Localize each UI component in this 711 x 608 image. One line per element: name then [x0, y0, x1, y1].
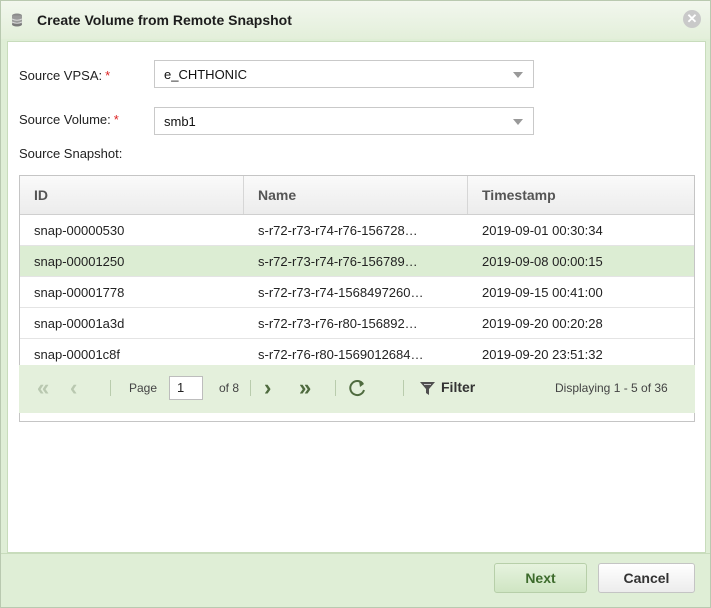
cell-name: s-r72-r73-r74-1568497260…	[258, 285, 424, 300]
cell-name: s-r72-r73-r76-r80-156892…	[258, 316, 418, 331]
dialog-title: Create Volume from Remote Snapshot	[37, 12, 292, 28]
source-volume-select[interactable]: smb1	[154, 107, 534, 135]
refresh-icon[interactable]	[349, 379, 367, 397]
filter-icon[interactable]	[419, 381, 436, 396]
filter-button[interactable]: Filter	[441, 379, 475, 395]
column-header-id[interactable]: ID	[20, 176, 244, 214]
divider	[403, 380, 404, 396]
create-volume-dialog: Create Volume from Remote Snapshot ✕ Sou…	[0, 0, 711, 608]
cancel-button[interactable]: Cancel	[598, 563, 695, 593]
source-vpsa-label: Source VPSA: *	[19, 68, 110, 83]
source-vpsa-label-text: Source VPSA:	[19, 68, 103, 83]
dialog-titlebar[interactable]: Create Volume from Remote Snapshot ✕	[1, 1, 710, 39]
source-vpsa-select[interactable]: e_CHTHONIC	[154, 60, 534, 88]
divider	[250, 380, 251, 396]
database-icon	[11, 13, 23, 27]
next-button[interactable]: Next	[494, 563, 587, 593]
source-vpsa-value: e_CHTHONIC	[164, 67, 248, 82]
table-row-selected[interactable]: snap-00001250 s-r72-r73-r74-r76-156789… …	[20, 246, 694, 277]
cell-timestamp: 2019-09-01 00:30:34	[482, 223, 603, 238]
table-row[interactable]: snap-00001a3d s-r72-r73-r76-r80-156892… …	[20, 308, 694, 339]
grid-pager: « ‹ Page 1 of 8 › » Filter Displaying 1 …	[19, 365, 695, 413]
next-page-icon[interactable]: ›	[264, 375, 271, 401]
footer-divider	[1, 553, 710, 554]
cell-timestamp: 2019-09-20 00:20:28	[482, 316, 603, 331]
required-marker: *	[105, 68, 111, 83]
cell-id: snap-00000530	[34, 223, 125, 238]
page-label: Page	[129, 381, 158, 395]
source-volume-label-text: Source Volume:	[19, 112, 111, 127]
chevron-down-icon[interactable]	[513, 119, 523, 125]
page-input[interactable]: 1	[169, 376, 203, 400]
close-icon[interactable]: ✕	[683, 10, 701, 28]
required-marker: *	[113, 112, 119, 127]
source-snapshot-label: Source Snapshot:	[19, 146, 123, 161]
source-volume-label: Source Volume: *	[19, 112, 119, 127]
grid-header: ID Name Timestamp	[20, 176, 694, 215]
divider	[110, 380, 111, 396]
cell-name: s-r72-r73-r74-r76-156728…	[258, 223, 418, 238]
divider	[335, 380, 336, 396]
cell-timestamp: 2019-09-08 00:00:15	[482, 254, 603, 269]
table-row[interactable]: snap-00000530 s-r72-r73-r74-r76-156728… …	[20, 215, 694, 246]
page-count: of 8	[219, 381, 240, 395]
source-volume-value: smb1	[164, 114, 196, 129]
displaying-count: Displaying 1 - 5 of 36	[555, 381, 668, 395]
chevron-down-icon[interactable]	[513, 72, 523, 78]
dialog-body: Source VPSA: * e_CHTHONIC Source Volume: *…	[7, 41, 706, 553]
cell-name: s-r72-r73-r74-r76-156789…	[258, 254, 418, 269]
previous-page-icon[interactable]: ‹	[70, 375, 77, 401]
last-page-icon[interactable]: »	[299, 375, 311, 401]
cell-id: snap-00001a3d	[34, 316, 125, 331]
cell-timestamp: 2019-09-15 00:41:00	[482, 285, 603, 300]
first-page-icon[interactable]: «	[37, 375, 49, 401]
column-header-name[interactable]: Name	[244, 176, 468, 214]
cell-id: snap-00001250	[34, 254, 125, 269]
column-header-timestamp[interactable]: Timestamp	[468, 176, 694, 214]
cell-id: snap-00001778	[34, 285, 125, 300]
table-row[interactable]: snap-00001778 s-r72-r73-r74-1568497260… …	[20, 277, 694, 308]
